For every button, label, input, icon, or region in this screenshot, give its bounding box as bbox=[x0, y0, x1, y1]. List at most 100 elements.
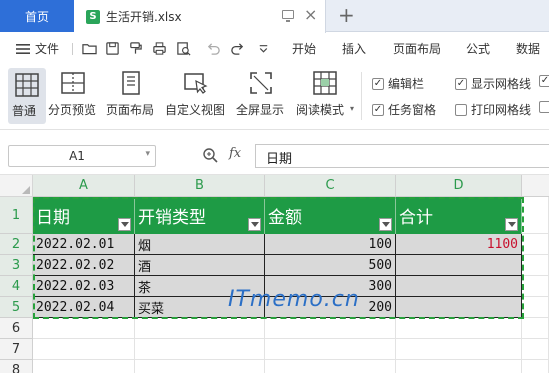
filter-dropdown-icon[interactable] bbox=[505, 218, 518, 231]
redo-icon[interactable] bbox=[230, 41, 245, 56]
task-pane-checkbox[interactable]: ✓ 任务窗格 bbox=[372, 101, 436, 118]
header-cell-expense-type[interactable]: 开销类型 bbox=[135, 197, 265, 234]
checkbox-label: 编辑栏 bbox=[388, 77, 425, 91]
full-screen-button[interactable]: 全屏显示 bbox=[236, 64, 286, 126]
undo-icon[interactable] bbox=[206, 41, 221, 56]
cell[interactable] bbox=[522, 255, 549, 276]
divider bbox=[72, 43, 73, 55]
tab-page-layout[interactable]: 页面布局 bbox=[393, 33, 441, 64]
filter-dropdown-icon[interactable] bbox=[118, 218, 131, 231]
open-folder-icon[interactable] bbox=[82, 41, 97, 56]
cell[interactable] bbox=[522, 360, 549, 373]
cell[interactable] bbox=[522, 276, 549, 297]
header-label: 开销类型 bbox=[138, 208, 206, 228]
tab-document[interactable]: S 生活开销.xlsx × bbox=[74, 0, 326, 33]
row-header-2[interactable]: 2 bbox=[0, 234, 33, 255]
cell[interactable] bbox=[522, 339, 549, 360]
page-layout-view-button[interactable]: 页面布局 bbox=[106, 64, 156, 126]
table-cell[interactable]: 2022.02.01 bbox=[33, 234, 135, 255]
row-header-7[interactable]: 7 bbox=[0, 339, 33, 360]
row-header-6[interactable]: 6 bbox=[0, 318, 33, 339]
cell[interactable] bbox=[33, 360, 135, 373]
cell[interactable] bbox=[396, 360, 522, 373]
cell[interactable] bbox=[522, 234, 549, 255]
monitor-icon[interactable] bbox=[282, 10, 294, 22]
cell[interactable] bbox=[265, 360, 396, 373]
format-painter-icon[interactable] bbox=[128, 41, 143, 56]
custom-view-button[interactable]: 自定义视图 bbox=[165, 64, 227, 126]
table-cell[interactable] bbox=[396, 255, 522, 276]
table-cell[interactable] bbox=[396, 276, 522, 297]
reading-mode-button[interactable]: 阅读模式 ▾ bbox=[296, 64, 354, 126]
checkbox-icon bbox=[455, 103, 467, 116]
custom-view-icon bbox=[184, 73, 208, 94]
row-header-5[interactable]: 5 bbox=[0, 297, 33, 318]
table-cell[interactable]: 2022.02.04 bbox=[33, 297, 135, 318]
tab-data[interactable]: 数据 bbox=[516, 33, 540, 64]
row-header-8[interactable]: 8 bbox=[0, 360, 33, 373]
zoom-icon[interactable] bbox=[202, 147, 218, 163]
header-cell-amount[interactable]: 金额 bbox=[265, 197, 396, 234]
table-cell[interactable]: 2022.02.02 bbox=[33, 255, 135, 276]
table-cell[interactable]: 2022.02.03 bbox=[33, 276, 135, 297]
tab-insert[interactable]: 插入 bbox=[342, 33, 366, 64]
column-header-b[interactable]: B bbox=[135, 175, 265, 197]
row-header-1[interactable]: 1 bbox=[0, 197, 33, 234]
more-checkbox[interactable]: ✓ bbox=[539, 75, 549, 87]
table-cell-total[interactable]: 1100 bbox=[396, 234, 522, 255]
table-cell[interactable]: 500 bbox=[265, 255, 396, 276]
close-tab-icon[interactable]: × bbox=[304, 6, 317, 24]
header-label: 合计 bbox=[399, 208, 433, 228]
cell[interactable] bbox=[135, 339, 265, 360]
print-icon[interactable] bbox=[152, 41, 167, 56]
table-cell[interactable]: 烟 bbox=[135, 234, 265, 255]
cell[interactable] bbox=[135, 318, 265, 339]
filter-dropdown-icon[interactable] bbox=[248, 218, 261, 231]
chevron-down-icon[interactable]: ▾ bbox=[145, 149, 150, 159]
cell[interactable] bbox=[265, 339, 396, 360]
table-cell[interactable]: 100 bbox=[265, 234, 396, 255]
watermark: ITmemo.cn bbox=[228, 287, 360, 312]
normal-view-label: 普通 bbox=[12, 104, 37, 118]
column-header-d[interactable]: D bbox=[396, 175, 522, 197]
function-icon[interactable]: fx bbox=[229, 146, 241, 161]
header-cell-total[interactable]: 合计 bbox=[396, 197, 522, 234]
header-cell-date[interactable]: 日期 bbox=[33, 197, 135, 234]
row-header-3[interactable]: 3 bbox=[0, 255, 33, 276]
save-icon[interactable] bbox=[105, 41, 120, 56]
table-cell[interactable]: 酒 bbox=[135, 255, 265, 276]
print-gridlines-checkbox[interactable]: 打印网格线 bbox=[455, 101, 531, 118]
cell[interactable] bbox=[522, 318, 549, 339]
cell[interactable] bbox=[33, 318, 135, 339]
more-checkbox-2[interactable] bbox=[539, 101, 549, 113]
column-header-e[interactable] bbox=[522, 175, 549, 197]
row-header-4[interactable]: 4 bbox=[0, 276, 33, 297]
spreadsheet-grid[interactable]: A B C D 1 2 3 4 5 6 7 8 日期 开销类型 金额 合计 20… bbox=[0, 175, 549, 373]
formula-bar-checkbox[interactable]: ✓ 编辑栏 bbox=[372, 75, 424, 92]
page-break-preview-button[interactable]: 分页预览 bbox=[48, 64, 98, 126]
cell[interactable] bbox=[522, 297, 549, 318]
cell[interactable] bbox=[33, 339, 135, 360]
customize-toolbar-icon[interactable] bbox=[256, 41, 271, 56]
cell[interactable] bbox=[396, 339, 522, 360]
normal-view-button[interactable]: 普通 bbox=[8, 68, 46, 124]
tab-home[interactable]: 首页 bbox=[0, 0, 74, 32]
name-box[interactable]: A1 ▾ bbox=[8, 145, 156, 167]
new-tab-icon[interactable]: + bbox=[338, 4, 355, 26]
view-ribbon: 普通 分页预览 页面布局 自定义视图 全屏显示 阅读模式 ▾ ✓ 编辑栏 ✓ 显示网… bbox=[0, 64, 549, 130]
tab-start[interactable]: 开始 bbox=[292, 33, 316, 64]
cell[interactable] bbox=[265, 318, 396, 339]
cell[interactable] bbox=[396, 318, 522, 339]
table-cell[interactable] bbox=[396, 297, 522, 318]
column-header-c[interactable]: C bbox=[265, 175, 396, 197]
filter-dropdown-icon[interactable] bbox=[379, 218, 392, 231]
select-all-corner[interactable] bbox=[0, 175, 33, 197]
cell[interactable] bbox=[522, 197, 549, 234]
print-preview-icon[interactable] bbox=[176, 41, 191, 56]
file-menu-button[interactable]: 文件 bbox=[16, 33, 59, 64]
cell[interactable] bbox=[135, 360, 265, 373]
show-gridlines-checkbox[interactable]: ✓ 显示网格线 bbox=[455, 75, 531, 92]
tab-formulas[interactable]: 公式 bbox=[466, 33, 490, 64]
formula-input[interactable]: 日期 bbox=[255, 144, 549, 168]
column-header-a[interactable]: A bbox=[33, 175, 135, 197]
